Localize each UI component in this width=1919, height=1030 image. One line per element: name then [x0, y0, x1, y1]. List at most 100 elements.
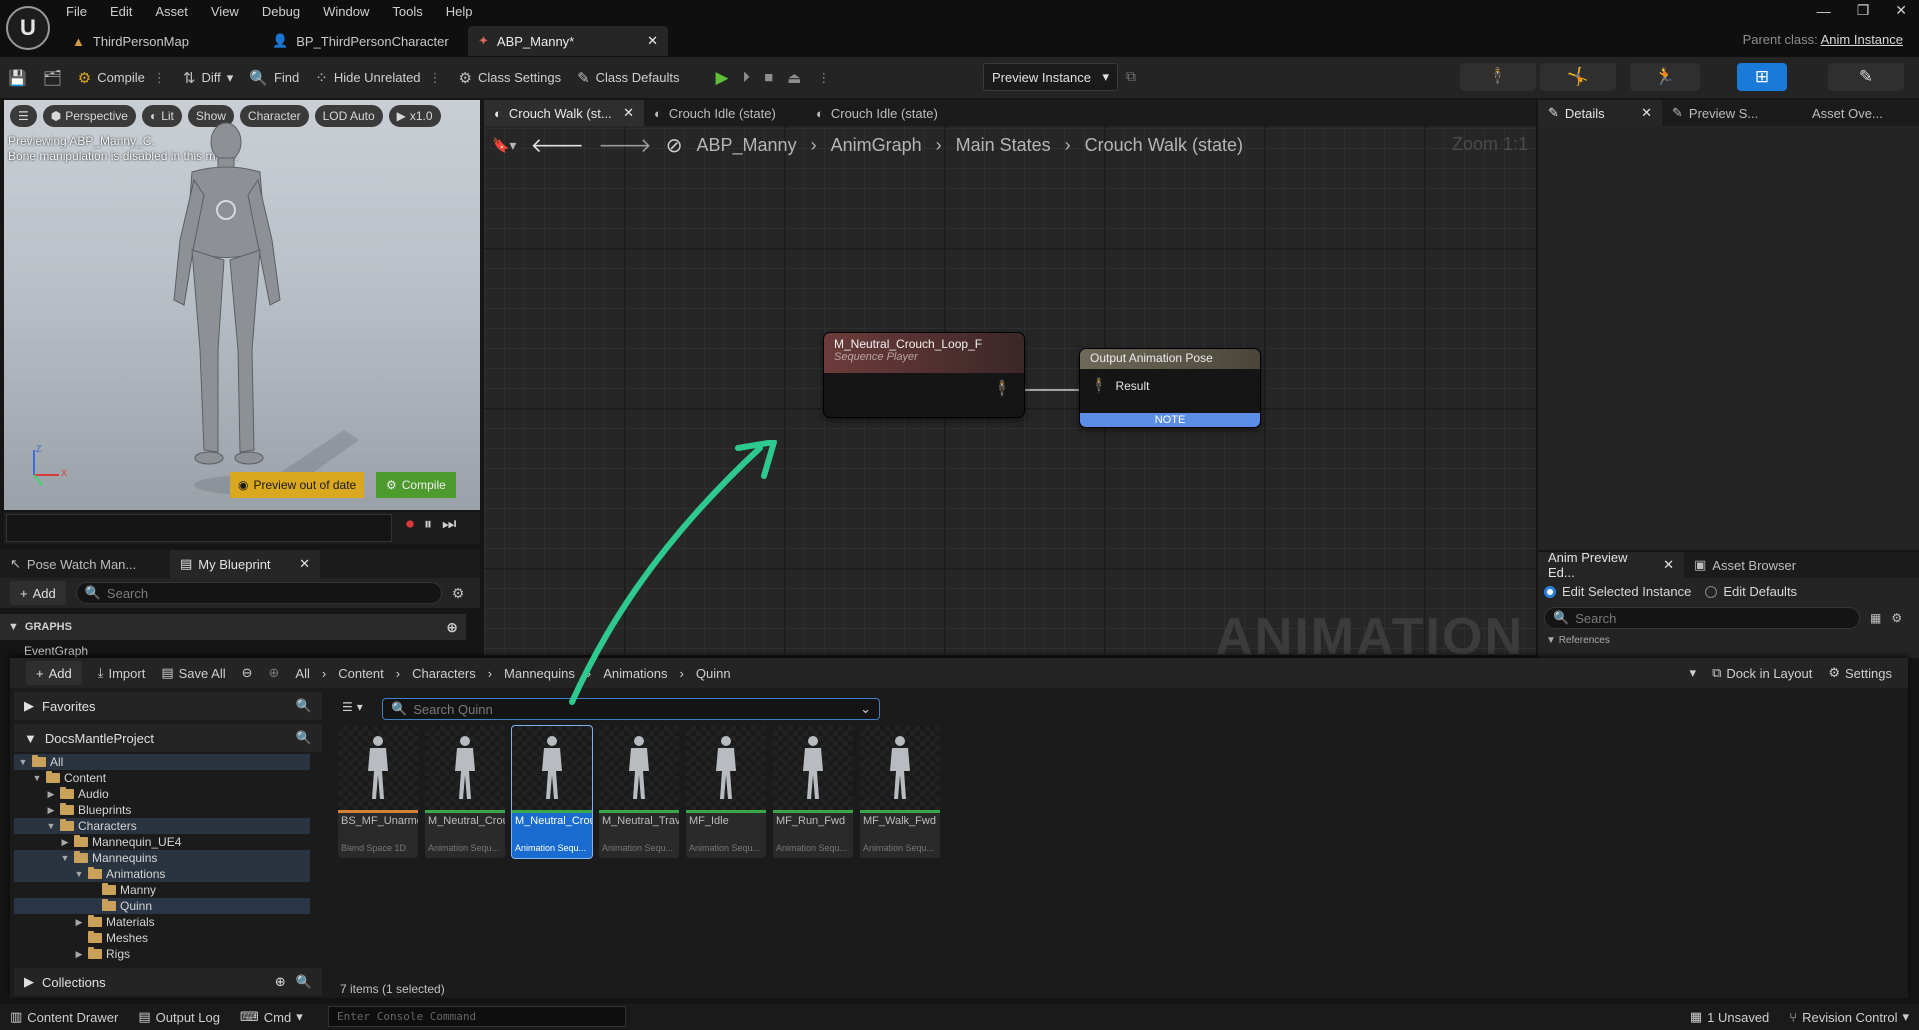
debug-object-icon[interactable]: ⧉ [1126, 68, 1136, 85]
favorites-header[interactable]: ▶ Favorites 🔍 [14, 692, 322, 720]
folder-item[interactable]: Quinn [14, 898, 310, 914]
chevron-right-icon[interactable]: ▶ [74, 946, 84, 962]
chevron-down-icon[interactable]: ▼ [60, 850, 70, 866]
preview-search-input[interactable]: 🔍 Search [1544, 607, 1860, 629]
event-graph-item[interactable]: EventGraph [24, 644, 88, 658]
animation-mode-button[interactable]: 🏃 [1630, 63, 1700, 91]
forward-arrow-icon[interactable]: 🡒 [598, 133, 652, 158]
output-log-button[interactable]: ▤ Output Log [138, 1009, 220, 1025]
tab-crouch-walk-state[interactable]: ◐ Crouch Walk (st... ✕ [484, 100, 644, 126]
path-all[interactable]: All [295, 666, 309, 681]
diff-button[interactable]: ⇅ Diff ▾ [175, 57, 241, 99]
history-forward-icon[interactable]: ⊕ [269, 665, 280, 681]
crumb-animgraph[interactable]: AnimGraph [831, 135, 922, 156]
crumb-crouch-walk[interactable]: Crouch Walk (state) [1085, 135, 1243, 156]
folder-item[interactable]: ▶ Blueprints [14, 802, 310, 818]
content-add-button[interactable]: + Add [26, 661, 82, 685]
class-defaults-button[interactable]: ✎ Class Defaults [569, 57, 687, 99]
table-view-icon[interactable]: ▦ [1870, 611, 1881, 625]
tab-crouch-idle-state-2[interactable]: ◐ Crouch Idle (state) [806, 100, 966, 126]
asset-tile[interactable]: MF_Walk_Fwd Animation Sequ... [860, 726, 940, 858]
mesh-mode-button[interactable]: 🤸 [1540, 63, 1616, 91]
console-command-input[interactable]: Enter Console Command [328, 1006, 626, 1027]
pose-pin-icon[interactable]: 🕴 [992, 379, 1012, 399]
content-settings-button[interactable]: ⚙ Settings [1828, 665, 1892, 681]
menu-help[interactable]: Help [446, 4, 473, 19]
collections-header[interactable]: ▶ Collections ⊕ 🔍 [14, 968, 322, 996]
step-forward-icon[interactable]: ⏭ [442, 516, 456, 534]
chevron-down-icon[interactable]: ▼ [46, 818, 56, 834]
play-icon[interactable]: ▶ [715, 68, 728, 88]
close-window-icon[interactable]: ✕ [1895, 2, 1907, 19]
close-icon[interactable]: ✕ [1663, 557, 1674, 573]
gear-icon[interactable]: ⚙ [1891, 611, 1902, 625]
hide-unrelated-button[interactable]: ⁘ Hide Unrelated ⋮ [307, 57, 450, 99]
result-pin[interactable]: 🕴 Result [1080, 369, 1260, 402]
menu-tools[interactable]: Tools [392, 4, 422, 19]
filter-button[interactable]: ☰ ▾ [342, 700, 363, 714]
path-characters[interactable]: Characters [412, 666, 476, 681]
crumb-abp-manny[interactable]: ABP_Manny [697, 135, 797, 156]
chevron-down-icon[interactable]: ▼ [74, 866, 84, 882]
chevron-down-icon[interactable]: ▼ [32, 770, 42, 786]
tab-details[interactable]: ✎ Details ✕ [1538, 100, 1662, 126]
preview-instance-dropdown[interactable]: Preview Instance ▾ [983, 63, 1118, 91]
add-button[interactable]: + Add [10, 581, 66, 605]
folder-item[interactable]: ▼ Content [14, 770, 310, 786]
tab-bp-thirdpersoncharacter[interactable]: 👤 BP_ThirdPersonCharacter [262, 26, 468, 56]
menu-file[interactable]: File [66, 4, 87, 19]
asset-tile[interactable]: MF_Run_Fwd Animation Sequ... [773, 726, 853, 858]
skeleton-mode-button[interactable]: 🕴 [1460, 63, 1536, 91]
close-icon[interactable]: ✕ [623, 105, 634, 121]
folder-item[interactable]: Manny [14, 882, 310, 898]
asset-tile[interactable]: BS_MF_Unarmed_... Blend Space 1D [338, 726, 418, 858]
more-icon[interactable]: ⋮ [151, 70, 167, 86]
folder-item[interactable]: ▼ Characters [14, 818, 310, 834]
path-content[interactable]: Content [338, 666, 384, 681]
record-icon[interactable]: ⏺ [406, 516, 414, 534]
graphs-section-header[interactable]: ▼ GRAPHS ⊕ [0, 614, 466, 640]
revision-control-button[interactable]: ⑂ Revision Control ▾ [1789, 1009, 1909, 1025]
restore-icon[interactable]: ❐ [1857, 2, 1870, 19]
eject-icon[interactable]: ⏏ [787, 69, 801, 87]
history-back-icon[interactable]: ⊖ [242, 665, 253, 681]
more-icon[interactable]: ⋮ [815, 70, 831, 86]
pause-icon[interactable]: ⏸ [424, 516, 432, 534]
tab-crouch-idle-state[interactable]: ◐ Crouch Idle (state) [644, 100, 806, 126]
edit-defaults-radio[interactable]: Edit Defaults [1705, 584, 1797, 599]
viewport-compile-button[interactable]: ⚙ Compile [376, 472, 456, 498]
tab-abp-manny[interactable]: ✦ ABP_Manny* ✕ [468, 26, 668, 56]
folder-item[interactable]: ▶ Rigs [14, 946, 310, 962]
chevron-down-icon[interactable]: ▾ [1690, 665, 1697, 681]
tab-thirdpersonmap[interactable]: ▲ ThirdPersonMap [62, 26, 262, 56]
folder-item[interactable]: ▼ Mannequins [14, 850, 310, 866]
physics-mode-button[interactable]: ✎ [1828, 63, 1904, 91]
more-icon[interactable]: ⋮ [427, 70, 443, 86]
compile-button[interactable]: ⚙ Compile ⋮ [70, 57, 175, 99]
find-button[interactable]: 🔍 Find [241, 57, 307, 99]
save-all-button[interactable]: ▤ Save All [161, 665, 225, 681]
parent-class-link[interactable]: Anim Instance [1821, 32, 1903, 47]
crumb-main-states[interactable]: Main States [956, 135, 1051, 156]
unsaved-button[interactable]: ▦ 1 Unsaved [1690, 1009, 1769, 1025]
output-animation-pose-node[interactable]: Output Animation Pose 🕴 Result NOTE [1080, 349, 1260, 427]
tab-pose-watch-manager[interactable]: ↖ Pose Watch Man... [0, 550, 170, 578]
save-button[interactable]: 💾 [0, 57, 35, 99]
gear-icon[interactable]: ⚙ [452, 585, 465, 602]
add-circle-icon[interactable]: ⊕ [446, 619, 458, 636]
content-drawer-button[interactable]: ▥ Content Drawer [10, 1009, 118, 1025]
folder-item[interactable]: ▶ Materials [14, 914, 310, 930]
search-icon[interactable]: 🔍 [296, 730, 312, 746]
close-icon[interactable]: ✕ [1641, 105, 1652, 121]
sequence-player-node[interactable]: M_Neutral_Crouch_Loop_F Sequence Player … [824, 333, 1024, 417]
preview-viewport[interactable]: ☰ ⬢ Perspective ◐ Lit Show Character LOD A… [4, 100, 480, 510]
chevron-right-icon[interactable]: ▶ [46, 802, 56, 818]
menu-view[interactable]: View [211, 4, 239, 19]
animation-timeline[interactable] [6, 514, 392, 542]
dock-in-layout-button[interactable]: ⧉ Dock in Layout [1712, 665, 1812, 681]
menu-window[interactable]: Window [323, 4, 369, 19]
menu-asset[interactable]: Asset [155, 4, 188, 19]
minimize-icon[interactable]: — [1817, 3, 1831, 19]
search-icon[interactable]: 🔍 [296, 698, 312, 714]
folder-item[interactable]: ▼ All [14, 754, 310, 770]
